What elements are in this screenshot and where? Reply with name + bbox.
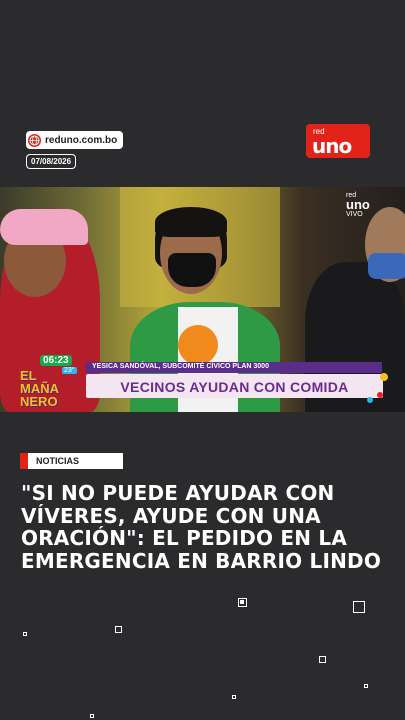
blue-face-mask [368,253,405,279]
decor-square [115,626,122,633]
decor-dot-red [377,392,383,398]
category-label: NOTICIAS [36,456,80,466]
decor-dot-blue [367,397,373,403]
show-temperature: 23° [62,367,77,374]
decor-square-fill [240,600,244,604]
decor-dot-yellow [380,373,388,381]
show-name-line3: NERO [20,394,58,409]
site-url-badge[interactable]: reduno.com.bo [26,131,124,149]
logo-main-text: uno [312,134,352,158]
microphone-icon [178,325,218,365]
broadcaster-main: uno [346,197,370,212]
decor-square [23,632,27,636]
person-center-hairline [155,207,227,237]
decor-square [319,656,326,663]
speaker-bar: YESICA SANDÓVAL, SUBCOMITÉ CÍVICO PLAN 3… [86,362,382,373]
publish-date: 07/08/2026 [26,154,77,169]
article-headline[interactable]: "SI NO PUEDE AYUDAR CON VÍVERES, AYUDE C… [21,482,386,572]
decor-square [364,684,368,688]
live-label: VIVO [346,211,363,218]
lower-third: YESICA SANDÓVAL, SUBCOMITÉ CÍVICO PLAN 3… [86,362,383,400]
globe-icon [28,133,41,147]
caption-text: VECINOS AYUDAN CON COMIDA [120,379,349,395]
decor-square [232,695,236,699]
show-name: EL MAÑA NERO [20,369,59,408]
live-broadcaster-badge: red uno VIVO [346,192,370,218]
site-url: reduno.com.bo [45,134,118,146]
news-video-frame[interactable]: red uno VIVO 06:23 23° EL MAÑA NERO YESI… [0,187,405,412]
category-badge[interactable]: NOTICIAS [20,453,123,469]
pink-cap [0,209,88,245]
decor-square [90,714,94,718]
brand-logo: red uno [306,124,370,158]
black-face-mask [168,253,216,287]
speaker-name: YESICA SANDÓVAL, SUBCOMITÉ CÍVICO PLAN 3… [92,363,269,370]
show-clock: 06:23 [40,355,72,366]
caption-bar: VECINOS AYUDAN CON COMIDA [86,374,383,398]
decor-square [353,601,365,613]
show-logo: 06:23 23° EL MAÑA NERO [20,355,78,408]
